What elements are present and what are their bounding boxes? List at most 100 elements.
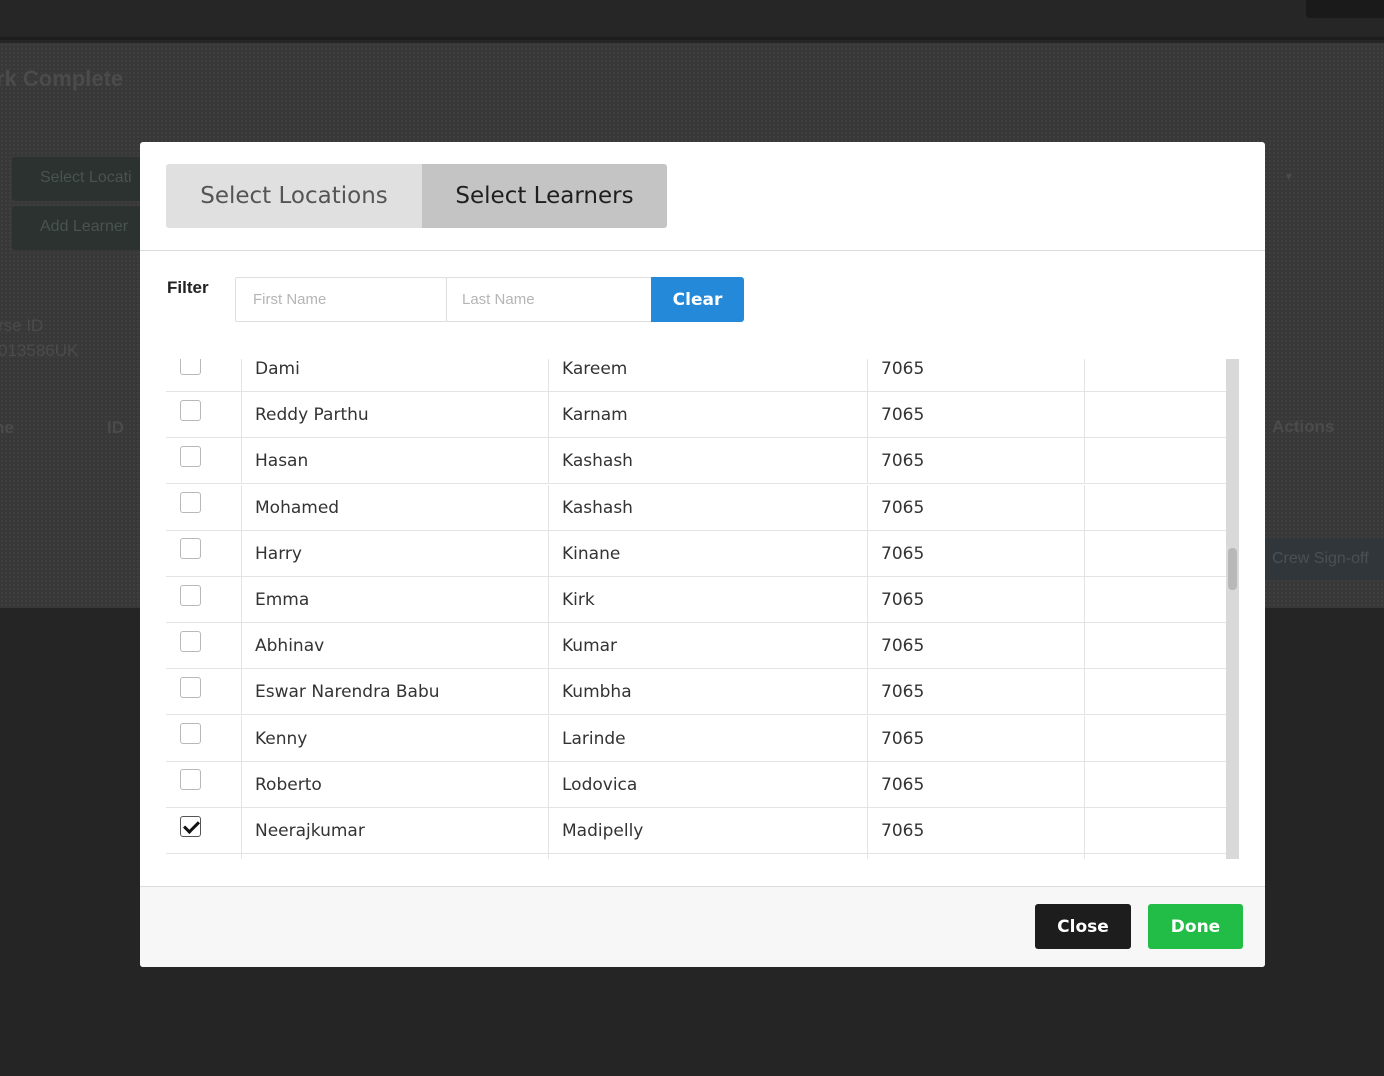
row-checkbox-cell[interactable] — [166, 392, 241, 438]
done-button[interactable]: Done — [1148, 904, 1243, 949]
row-checkbox-cell[interactable] — [166, 808, 241, 854]
table-row[interactable]: Roberto Lodovica 7065 — [166, 761, 1226, 808]
dropdown-caret-icon[interactable]: ▼ — [1284, 172, 1294, 183]
learner-checkbox[interactable] — [180, 399, 201, 421]
table-scrollbar[interactable] — [1226, 359, 1239, 859]
crew-signoff-button[interactable]: Crew Sign-off — [1262, 538, 1384, 580]
learner-checkbox[interactable] — [180, 584, 201, 606]
learner-checkbox[interactable] — [180, 538, 201, 560]
learner-id-cell — [867, 854, 1084, 859]
learners-table[interactable]: Dami Kareem 7065 Reddy Parthu Karnam 7065 Hasa… — [166, 359, 1239, 859]
row-checkbox-cell[interactable] — [166, 854, 241, 859]
extra-cell — [1084, 715, 1226, 762]
table-row[interactable]: Hasan Kashash 7065 — [166, 438, 1226, 485]
extra-cell — [1084, 669, 1226, 716]
learner-checkbox[interactable] — [180, 359, 201, 375]
extra-cell — [1084, 577, 1226, 623]
modal-tabs: Select Locations Select Learners — [166, 164, 667, 228]
table-row[interactable] — [166, 854, 1226, 859]
first-name-cell: Roberto — [241, 761, 548, 808]
row-checkbox-cell[interactable] — [166, 762, 241, 808]
table-row[interactable]: Harry Kinane 7065 — [166, 530, 1226, 577]
learner-id-cell: 7065 — [867, 359, 1084, 392]
column-header-name: ne — [0, 418, 14, 437]
last-name-cell: Kirk — [548, 577, 867, 623]
row-checkbox-cell[interactable] — [166, 577, 241, 623]
last-name-cell — [548, 854, 867, 859]
last-name-cell: Lodovica — [548, 761, 867, 808]
learner-id-cell: 7065 — [867, 392, 1084, 439]
top-bar-button[interactable] — [1306, 0, 1384, 18]
row-checkbox-cell[interactable] — [166, 669, 241, 715]
learner-id-cell: 7065 — [867, 623, 1084, 670]
first-name-cell: Reddy Parthu — [241, 392, 548, 439]
learner-id-cell: 7065 — [867, 530, 1084, 577]
learner-id-cell: 7065 — [867, 669, 1084, 716]
first-name-cell: Hasan — [241, 438, 548, 485]
add-learners-button[interactable]: Add Learner — [12, 206, 152, 250]
last-name-cell: Kinane — [548, 530, 867, 577]
first-name-cell: Abhinav — [241, 623, 548, 670]
last-name-cell: Karnam — [548, 392, 867, 439]
row-checkbox-cell[interactable] — [166, 531, 241, 577]
first-name-cell: Mohamed — [241, 484, 548, 531]
learner-checkbox[interactable] — [180, 815, 201, 837]
learner-id-cell: 7065 — [867, 577, 1084, 623]
extra-cell — [1084, 808, 1226, 854]
learner-id-cell: 7065 — [867, 715, 1084, 762]
last-name-cell: Kumbha — [548, 669, 867, 716]
learner-id-cell: 7065 — [867, 438, 1084, 485]
tab-select-learners[interactable]: Select Learners — [422, 164, 667, 228]
first-name-cell — [241, 854, 548, 859]
learner-checkbox[interactable] — [180, 676, 201, 698]
tab-select-locations[interactable]: Select Locations — [166, 164, 422, 228]
extra-cell — [1084, 761, 1226, 808]
column-header-id: ID — [107, 418, 124, 437]
extra-cell — [1084, 359, 1226, 392]
learner-id-cell: 7065 — [867, 808, 1084, 854]
scrollbar-thumb[interactable] — [1228, 548, 1237, 590]
modal-header: Select Locations Select Learners — [140, 142, 1265, 251]
learner-checkbox[interactable] — [180, 630, 201, 652]
learner-checkbox[interactable] — [180, 723, 201, 745]
row-checkbox-cell[interactable] — [166, 716, 241, 762]
first-name-filter-input[interactable] — [235, 277, 447, 322]
table-row[interactable]: Kenny Larinde 7065 — [166, 715, 1226, 762]
last-name-cell: Kareem — [548, 359, 867, 392]
last-name-cell: Kumar — [548, 623, 867, 670]
first-name-cell: Emma — [241, 577, 548, 623]
learner-checkbox[interactable] — [180, 445, 201, 467]
last-name-filter-input[interactable] — [446, 277, 652, 322]
table-row[interactable]: Eswar Narendra Babu Kumbha 7065 — [166, 669, 1226, 716]
close-button[interactable]: Close — [1035, 904, 1131, 949]
select-locations-button[interactable]: Select Locati — [12, 157, 152, 201]
clear-filter-button[interactable]: Clear — [651, 277, 744, 322]
first-name-cell: Dami — [241, 359, 548, 392]
row-checkbox-cell[interactable] — [166, 438, 241, 484]
extra-cell — [1084, 623, 1226, 670]
first-name-cell: Neerajkumar — [241, 808, 548, 854]
table-row[interactable]: Abhinav Kumar 7065 — [166, 623, 1226, 670]
table-row[interactable]: Dami Kareem 7065 — [166, 359, 1226, 392]
row-checkbox-cell[interactable] — [166, 623, 241, 669]
last-name-cell: Kashash — [548, 438, 867, 485]
learner-id-cell: 7065 — [867, 761, 1084, 808]
select-learners-modal: Select Locations Select Learners Filter … — [140, 142, 1265, 967]
learner-id-cell: 7065 — [867, 484, 1084, 531]
first-name-cell: Kenny — [241, 715, 548, 762]
table-row[interactable]: Mohamed Kashash 7065 — [166, 484, 1226, 531]
table-row[interactable]: Emma Kirk 7065 — [166, 577, 1226, 623]
learner-checkbox[interactable] — [180, 769, 201, 791]
extra-cell — [1084, 854, 1226, 859]
last-name-cell: Kashash — [548, 484, 867, 531]
first-name-cell: Harry — [241, 530, 548, 577]
course-id-value: 013586UK — [0, 341, 79, 360]
first-name-cell: Eswar Narendra Babu — [241, 669, 548, 716]
learner-checkbox[interactable] — [180, 492, 201, 514]
table-row[interactable]: Reddy Parthu Karnam 7065 — [166, 392, 1226, 439]
table-row[interactable]: Neerajkumar Madipelly 7065 — [166, 808, 1226, 854]
last-name-cell: Larinde — [548, 715, 867, 762]
row-checkbox-cell[interactable] — [166, 485, 241, 531]
modal-footer: Close Done — [140, 886, 1265, 967]
row-checkbox-cell[interactable] — [166, 359, 241, 392]
